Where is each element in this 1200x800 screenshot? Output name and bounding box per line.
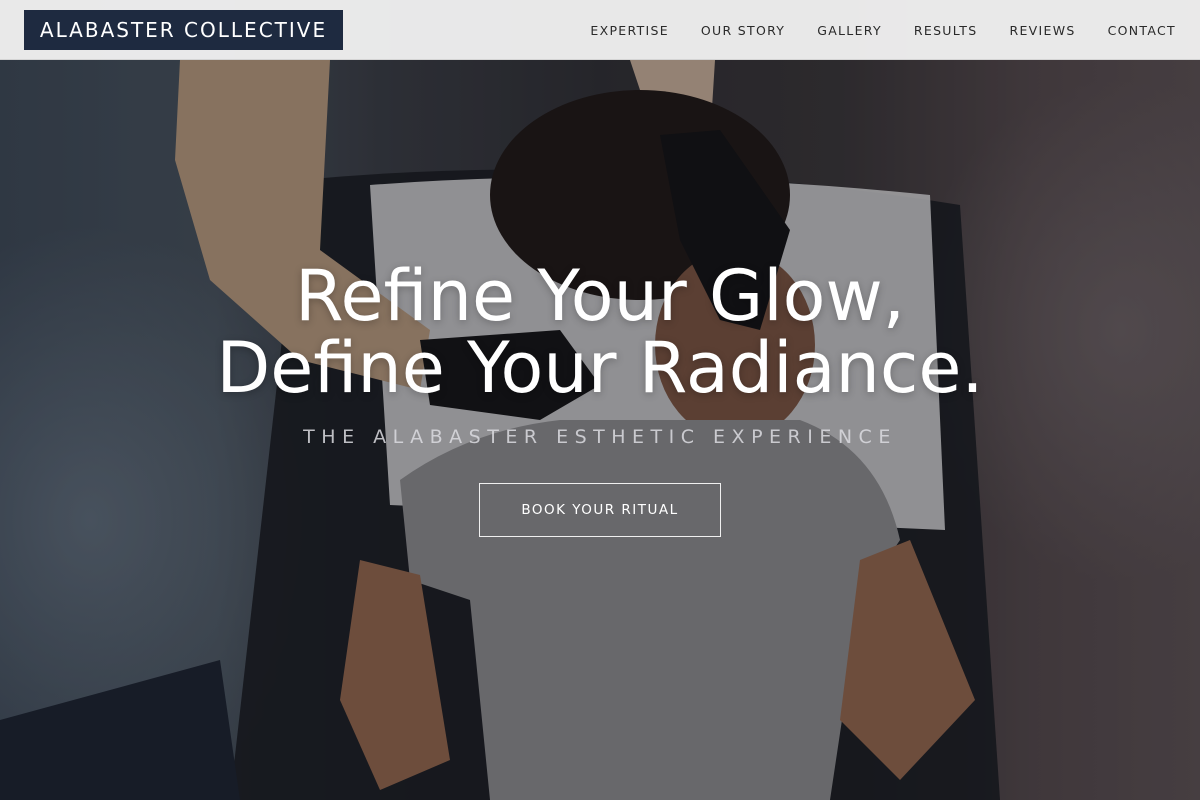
nav-item-expertise[interactable]: EXPERTISE xyxy=(590,23,669,38)
brand-logo[interactable]: ALABASTER COLLECTIVE xyxy=(24,10,343,50)
nav-item-contact[interactable]: CONTACT xyxy=(1108,23,1176,38)
hero-section: Refine Your Glow, Define Your Radiance. … xyxy=(0,60,1200,800)
main-nav: EXPERTISE OUR STORY GALLERY RESULTS REVI… xyxy=(590,0,1176,60)
hero-tagline: THE ALABASTER ESTHETIC EXPERIENCE xyxy=(303,426,897,448)
nav-item-results[interactable]: RESULTS xyxy=(914,23,978,38)
book-ritual-button[interactable]: BOOK YOUR RITUAL xyxy=(479,483,721,537)
hero-headline-line-2: Define Your Radiance. xyxy=(216,327,984,409)
hero-headline: Refine Your Glow, Define Your Radiance. xyxy=(0,260,1200,404)
nav-item-gallery[interactable]: GALLERY xyxy=(817,23,882,38)
nav-item-reviews[interactable]: REVIEWS xyxy=(1009,23,1075,38)
nav-item-our-story[interactable]: OUR STORY xyxy=(701,23,785,38)
site-header: ALABASTER COLLECTIVE EXPERTISE OUR STORY… xyxy=(0,0,1200,60)
page: ALABASTER COLLECTIVE EXPERTISE OUR STORY… xyxy=(0,0,1200,800)
hero-headline-line-1: Refine Your Glow, xyxy=(294,255,906,337)
